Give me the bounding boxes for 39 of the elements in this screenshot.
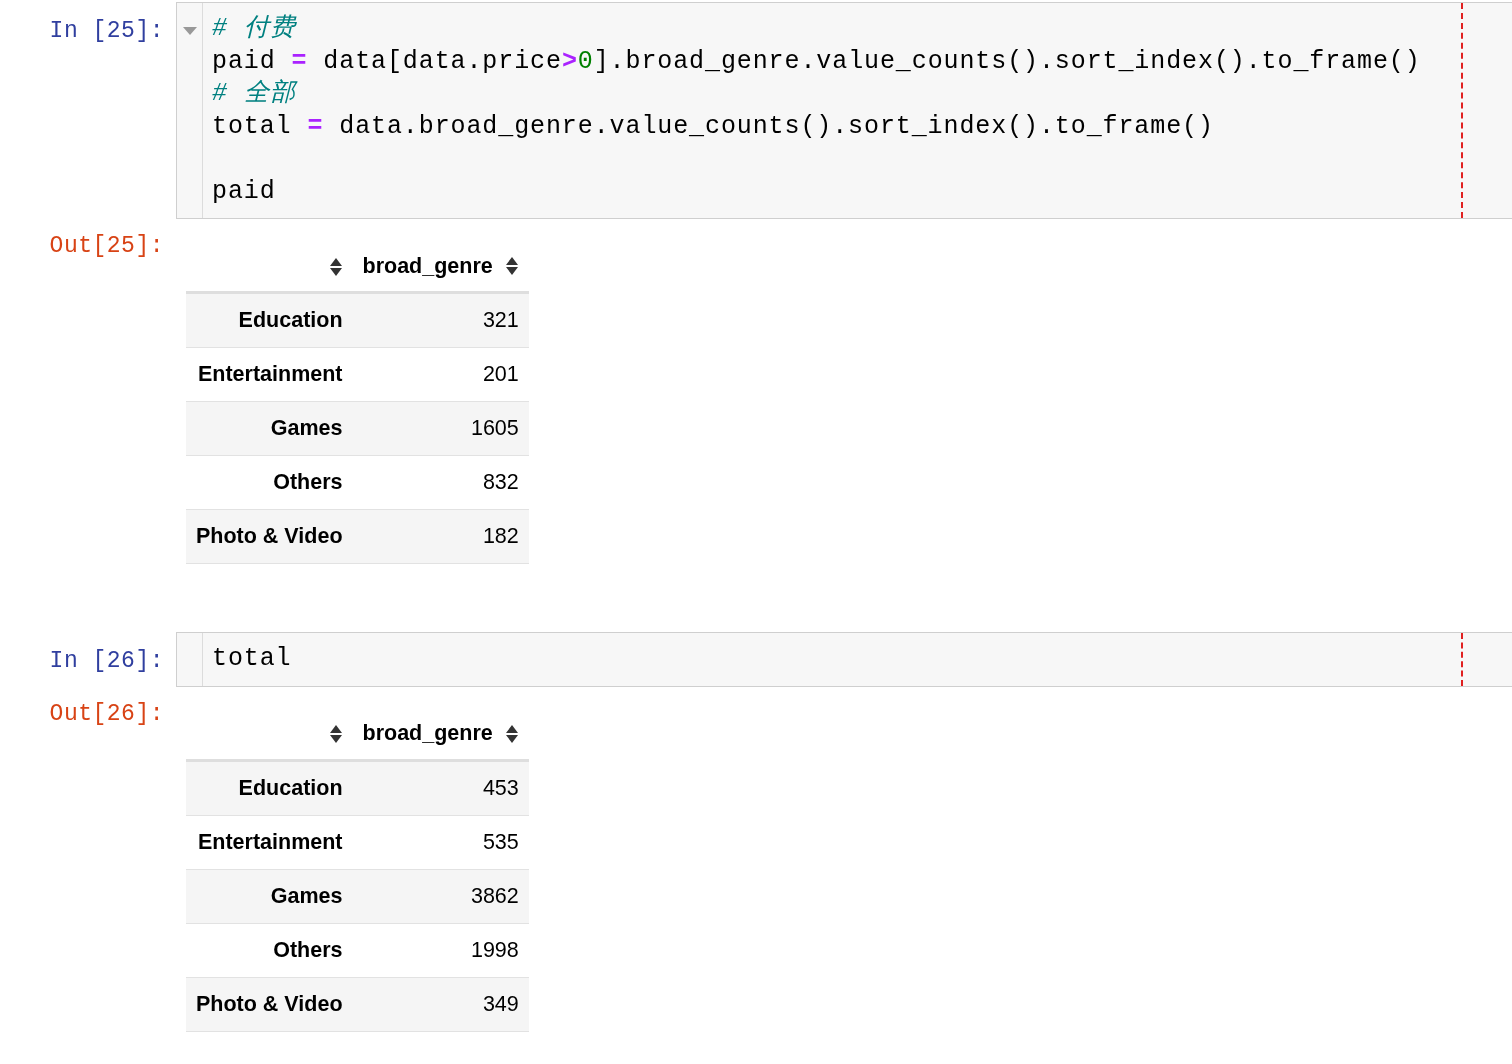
row-index: Photo & Video xyxy=(196,524,343,548)
table-cell: 3862 xyxy=(470,883,519,908)
output-prompt: Out[26]: xyxy=(48,699,165,727)
table-cell: 832 xyxy=(482,470,519,494)
code-line: total = data.broad_genre.value_counts().sort_index().to_frame() xyxy=(212,110,1215,143)
sort-icon[interactable] xyxy=(328,256,343,277)
collapse-triangle-icon[interactable] xyxy=(182,27,197,35)
table-cell: 1605 xyxy=(470,416,519,440)
sort-icon[interactable] xyxy=(504,256,519,276)
output-prompt: Out[25]: xyxy=(48,232,165,259)
row-index: Education xyxy=(238,308,343,332)
code-line: total xyxy=(212,643,293,675)
table-cell: 349 xyxy=(482,991,519,1016)
row-index: Entertainment xyxy=(197,829,343,854)
table-cell: 535 xyxy=(482,829,519,854)
input-prompt: In [26]: xyxy=(48,647,165,674)
code-line: paid = data[data.price>0].broad_genre.value_counts().sort_index().to_frame() xyxy=(212,45,1422,78)
row-index: Games xyxy=(270,883,343,908)
table-cell: 182 xyxy=(482,524,519,548)
code-cell[interactable]: # 付费 paid = data[data.price>0].broad_genre.value_counts().sort_index().to_frame() # 全部 total = data.broad_genre.value_counts().sort_index().to_frame() paid xyxy=(176,2,1512,219)
sort-icon[interactable] xyxy=(328,724,343,745)
table-cell: 1998 xyxy=(470,937,519,962)
table-cell: 453 xyxy=(482,775,519,800)
row-index: Others xyxy=(273,470,343,494)
code-line: # 全部 xyxy=(212,78,299,110)
row-index: Entertainment xyxy=(197,362,343,386)
code-line: # 付费 xyxy=(212,13,298,45)
sort-icon[interactable] xyxy=(504,723,519,744)
row-index: Education xyxy=(238,775,343,800)
table-cell: 201 xyxy=(482,362,519,386)
code-line: paid xyxy=(212,175,277,208)
column-header: broad_genre xyxy=(362,253,493,279)
row-index: Others xyxy=(273,937,343,962)
input-prompt: In [25]: xyxy=(48,17,165,44)
code-cell[interactable]: total xyxy=(176,632,1512,687)
row-index: Games xyxy=(270,416,343,440)
table-cell: 321 xyxy=(482,308,519,332)
column-header: broad_genre xyxy=(362,721,493,746)
row-index: Photo & Video xyxy=(196,991,343,1016)
